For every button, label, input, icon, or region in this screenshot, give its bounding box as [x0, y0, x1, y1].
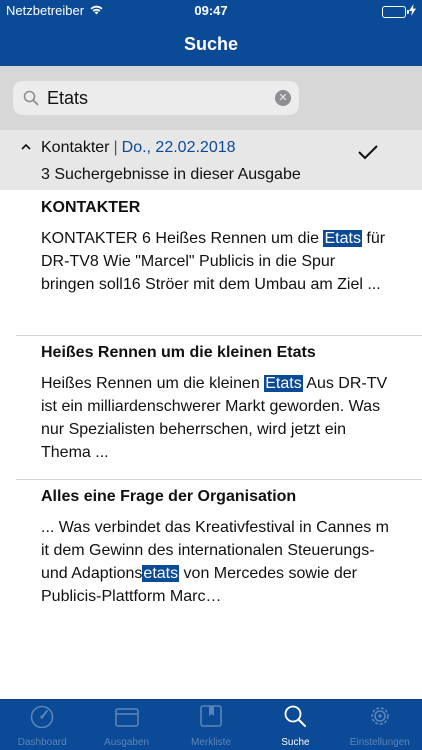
- search-highlight: Etats: [264, 375, 303, 392]
- search-icon: [23, 90, 39, 106]
- tab-label: Suche: [281, 737, 310, 748]
- issue-name: Kontakter: [41, 139, 110, 156]
- search-field[interactable]: ✕: [13, 81, 299, 115]
- tab-label: Dashboard: [17, 737, 67, 748]
- tab-label: Einstellungen: [349, 737, 410, 748]
- divider: [16, 335, 422, 336]
- newspaper-icon: [114, 706, 140, 737]
- snippet-text: KONTAKTER 6 Heißes Rennen um die: [41, 230, 324, 247]
- tab-dashboard[interactable]: Dashboard: [0, 700, 84, 750]
- search-icon: [283, 704, 307, 737]
- chevron-up-icon[interactable]: [20, 140, 32, 152]
- search-result-3[interactable]: Alles eine Frage der Organisation ... Wa…: [41, 488, 391, 608]
- search-highlight: Etats: [323, 230, 362, 247]
- result-snippet: ... Was verbindet das Kreativfestival in…: [41, 516, 391, 608]
- clock: 09:47: [194, 3, 228, 18]
- result-title: Alles eine Frage der Organisation: [41, 488, 297, 505]
- checkmark-icon: [357, 144, 379, 160]
- clear-search-icon[interactable]: ✕: [275, 90, 291, 106]
- result-snippet: KONTAKTER 6 Heißes Rennen um die Etats f…: [41, 227, 391, 296]
- search-input[interactable]: [47, 87, 267, 109]
- result-snippet: Heißes Rennen um die kleinen Etats Aus D…: [41, 372, 391, 464]
- tab-label: Merkliste: [191, 737, 232, 748]
- battery-icon: [382, 5, 409, 18]
- charging-bolt-icon: [409, 4, 416, 19]
- result-count: 3 Suchergebnisse in dieser Ausgabe: [41, 166, 301, 183]
- page-title: Suche: [183, 33, 239, 54]
- tab-einstellungen[interactable]: Einstellungen: [338, 700, 422, 750]
- tab-suche[interactable]: Suche: [253, 700, 337, 750]
- navigation-bar: Suche: [0, 22, 422, 66]
- tab-bar: Dashboard Ausgaben Merkliste Suche Einst…: [0, 699, 422, 750]
- issue-title-line: Kontakter | Do., 22.02.2018: [41, 139, 236, 157]
- speedometer-icon: [29, 704, 55, 737]
- tab-ausgaben[interactable]: Ausgaben: [84, 700, 168, 750]
- result-title: KONTAKTER: [41, 199, 141, 216]
- battery-group: [382, 4, 416, 19]
- gear-icon: [368, 704, 392, 737]
- divider: [16, 479, 422, 480]
- status-bar: Netzbetreiber 09:47: [0, 0, 422, 22]
- result-title: Heißes Rennen um die kleinen Etats: [41, 344, 316, 361]
- search-result-2[interactable]: Heißes Rennen um die kleinen Etats Heiße…: [41, 344, 391, 464]
- tab-merkliste[interactable]: Merkliste: [169, 700, 253, 750]
- tab-label: Ausgaben: [104, 737, 150, 748]
- search-highlight: etats: [142, 565, 180, 582]
- search-result-1[interactable]: KONTAKTER KONTAKTER 6 Heißes Rennen um d…: [41, 199, 391, 296]
- search-bar-container: ✕: [0, 66, 422, 130]
- issue-date: Do., 22.02.2018: [121, 139, 236, 156]
- issue-separator: |: [113, 139, 118, 156]
- snippet-text: Heißes Rennen um die kleinen: [41, 375, 265, 392]
- bookmark-icon: [199, 704, 223, 737]
